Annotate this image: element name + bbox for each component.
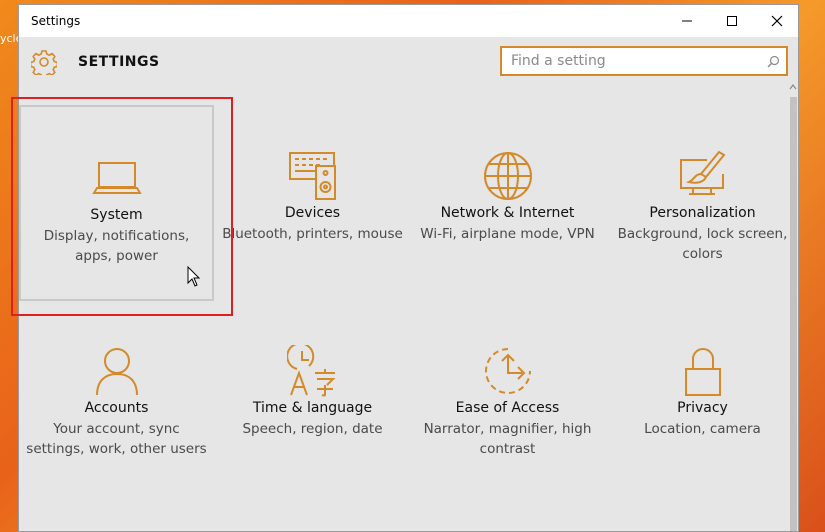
- tile-name: Privacy: [677, 400, 728, 416]
- desktop-background-edge: [799, 0, 825, 532]
- tile-ease-of-access[interactable]: Ease of Access Narrator, magnifier, high…: [410, 300, 605, 496]
- scroll-up-icon[interactable]: [789, 83, 797, 91]
- tile-devices[interactable]: Devices Bluetooth, printers, mouse: [215, 105, 410, 301]
- tile-description: Narrator, magnifier, high contrast: [423, 421, 592, 457]
- paint-brush-icon: [679, 150, 726, 195]
- tile-name: Personalization: [649, 205, 756, 221]
- tile-description: Bluetooth, printers, mouse: [222, 226, 403, 242]
- tile-description: Background, lock screen, colors: [617, 226, 788, 262]
- maximize-button[interactable]: [709, 5, 755, 37]
- lock-icon: [684, 348, 721, 396]
- title-bar[interactable]: Settings: [19, 5, 798, 37]
- tile-system[interactable]: System Display, notifications, apps, pow…: [19, 105, 214, 301]
- search-box[interactable]: [500, 46, 788, 76]
- time-language-icon: [286, 345, 335, 397]
- tile-name: Accounts: [84, 400, 149, 416]
- mouse-cursor-icon: [187, 266, 201, 287]
- globe-icon: [483, 152, 532, 200]
- ease-of-access-icon: [484, 348, 531, 394]
- tile-name: Network & Internet: [440, 205, 575, 221]
- person-icon: [95, 348, 138, 396]
- tile-description: Speech, region, date: [242, 421, 383, 437]
- tile-description: Display, notifications, apps, power: [43, 228, 190, 264]
- tile-accounts[interactable]: Accounts Your account, sync settings, wo…: [19, 300, 214, 496]
- tile-description: Wi-Fi, airplane mode, VPN: [420, 226, 595, 242]
- window-title: Settings: [31, 14, 81, 28]
- settings-header: SETTINGS: [19, 37, 798, 95]
- page-title: SETTINGS: [78, 54, 160, 70]
- tile-privacy[interactable]: Privacy Location, camera: [605, 300, 798, 496]
- tile-name: Time & language: [252, 400, 373, 416]
- tile-description: Location, camera: [644, 421, 761, 437]
- tile-name: Devices: [284, 205, 341, 221]
- close-icon: [771, 15, 783, 27]
- search-input[interactable]: [502, 48, 757, 74]
- minimize-icon: [682, 20, 692, 22]
- tile-description: Your account, sync settings, work, other…: [26, 421, 207, 457]
- tile-network-internet[interactable]: Network & Internet Wi-Fi, airplane mode,…: [410, 105, 605, 301]
- maximize-icon: [727, 16, 737, 26]
- tile-name: System: [90, 207, 143, 223]
- minimize-button[interactable]: [664, 5, 710, 37]
- search-icon[interactable]: [767, 55, 780, 68]
- tile-personalization[interactable]: Personalization Background, lock screen,…: [605, 105, 798, 301]
- devices-icon: [288, 152, 336, 200]
- tile-name: Ease of Access: [455, 400, 560, 416]
- tile-time-language[interactable]: Time & language Speech, region, date: [215, 300, 410, 496]
- close-button[interactable]: [754, 5, 798, 37]
- gear-icon: [31, 50, 57, 75]
- settings-window: Settings SETTINGS Find a setting System …: [18, 4, 799, 532]
- laptop-icon: [91, 162, 142, 194]
